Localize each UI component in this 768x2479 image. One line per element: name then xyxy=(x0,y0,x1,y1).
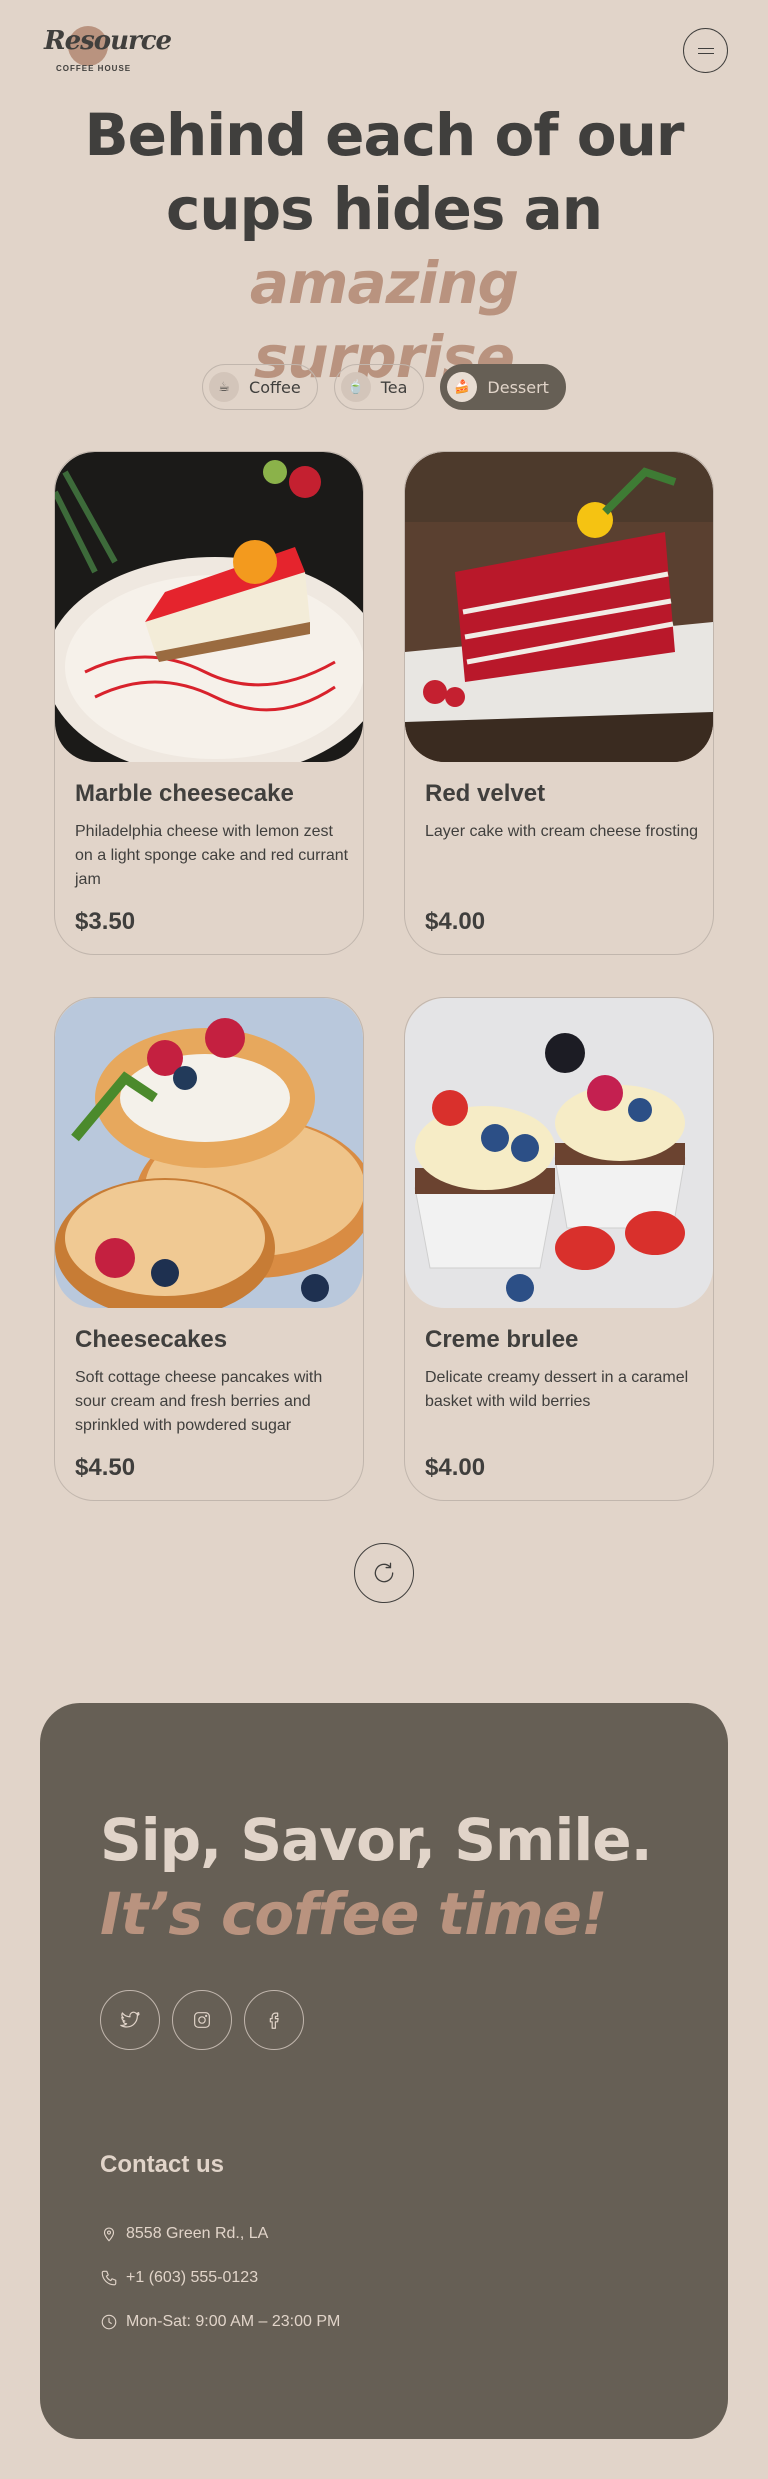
tea-cup-icon: 🍵 xyxy=(340,372,371,402)
contact-phone[interactable]: +1 (603) 555-0123 xyxy=(100,2269,258,2287)
title-line-2-plain: cups hides an xyxy=(165,175,603,243)
product-description: Delicate creamy dessert in a caramel bas… xyxy=(425,1369,689,1410)
product-price: $4.00 xyxy=(425,1454,486,1481)
product-card-red-velvet[interactable]: Red velvet Layer cake with cream cheese … xyxy=(404,451,714,955)
product-title: Red velvet xyxy=(425,780,546,807)
tab-coffee[interactable]: ☕ Coffee xyxy=(202,364,318,410)
product-image-marble-cheesecake xyxy=(55,452,363,762)
phone-icon xyxy=(101,2270,117,2286)
contact-hours: Mon-Sat: 9:00 AM – 23:00 PM xyxy=(100,2313,340,2331)
tab-tea[interactable]: 🍵 Tea xyxy=(333,364,425,410)
facebook-link[interactable] xyxy=(244,1990,304,2050)
product-title: Marble cheesecake xyxy=(75,780,294,807)
menu-icon xyxy=(697,47,714,54)
category-tabs: ☕ Coffee 🍵 Tea 🍰 Dessert xyxy=(0,364,768,410)
contact-address[interactable]: 8558 Green Rd., LA xyxy=(100,2225,268,2243)
title-line-2: cups hides an amazing xyxy=(24,172,744,320)
product-image-cheesecakes xyxy=(55,998,363,1308)
product-price: $3.50 xyxy=(75,908,136,935)
product-description: Soft cottage cheese pancakes with sour c… xyxy=(75,1369,323,1434)
product-card-creme-brulee[interactable]: Creme brulee Delicate creamy dessert in … xyxy=(404,997,714,1501)
header: Resource COFFEE HOUSE xyxy=(0,0,768,100)
menu-button[interactable] xyxy=(683,28,728,73)
product-title: Cheesecakes xyxy=(75,1326,228,1353)
coffee-cup-icon: ☕ xyxy=(209,372,240,402)
product-image-red-velvet xyxy=(405,452,713,762)
tab-label: Tea xyxy=(380,377,408,397)
title-line-2-accent: amazing xyxy=(249,249,519,317)
product-card-marble-cheesecake[interactable]: Marble cheesecake Philadelphia cheese wi… xyxy=(54,451,364,955)
footer-headline: Sip, Savor, Smile. xyxy=(100,1806,653,1874)
address-text: 8558 Green Rd., LA xyxy=(126,2225,269,2242)
product-image-creme-brulee xyxy=(405,998,713,1308)
tab-label: Coffee xyxy=(249,377,301,397)
clock-icon xyxy=(101,2314,117,2330)
social-links xyxy=(100,1990,304,2050)
instagram-icon xyxy=(194,2012,210,2028)
logo[interactable]: Resource COFFEE HOUSE xyxy=(44,20,172,80)
product-title: Creme brulee xyxy=(425,1326,579,1353)
footer-tagline: It’s coffee time! xyxy=(100,1880,607,1948)
refresh-icon xyxy=(374,1562,394,1583)
footer: Sip, Savor, Smile. It’s coffee time! Con… xyxy=(40,1703,728,2439)
logo-subtitle: COFFEE HOUSE xyxy=(56,64,132,73)
page-title: Behind each of our cups hides an amazing… xyxy=(24,98,744,394)
product-card-cheesecakes[interactable]: Cheesecakes Soft cottage cheese pancakes… xyxy=(54,997,364,1501)
logo-word: Resource xyxy=(44,26,172,56)
twitter-link[interactable] xyxy=(100,1990,160,2050)
load-more-button[interactable] xyxy=(354,1543,414,1603)
facebook-icon xyxy=(269,2012,279,2029)
product-description: Layer cake with cream cheese frosting xyxy=(425,823,699,840)
tab-dessert[interactable]: 🍰 Dessert xyxy=(440,364,566,410)
product-description: Philadelphia cheese with lemon zest on a… xyxy=(75,823,349,888)
product-price: $4.00 xyxy=(425,908,486,935)
location-pin-icon xyxy=(103,2227,115,2242)
twitter-icon xyxy=(120,2011,140,2028)
tab-label: Dessert xyxy=(487,377,549,397)
contact-title: Contact us xyxy=(100,2151,225,2178)
title-line-1: Behind each of our xyxy=(84,101,684,169)
product-price: $4.50 xyxy=(75,1454,136,1481)
cake-icon: 🍰 xyxy=(447,372,478,402)
hours-text: Mon-Sat: 9:00 AM – 23:00 PM xyxy=(126,2313,341,2330)
instagram-link[interactable] xyxy=(172,1990,232,2050)
phone-text: +1 (603) 555-0123 xyxy=(126,2269,259,2286)
